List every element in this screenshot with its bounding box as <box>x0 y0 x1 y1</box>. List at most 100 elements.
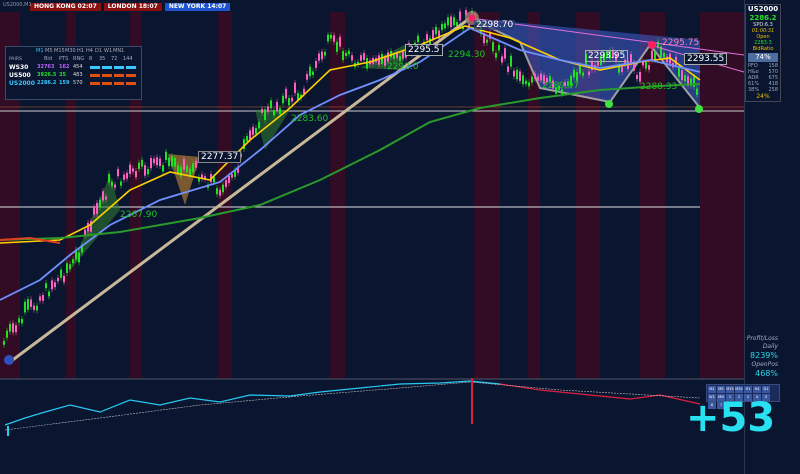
candle-body <box>519 71 521 81</box>
candle-body <box>306 73 308 80</box>
candle-body <box>525 80 527 85</box>
symbol-us500: US500 <box>9 71 31 79</box>
candle-body <box>150 158 152 169</box>
session-clocks: HONG KONG 02:07 LONDON 18:07 NEW YORK 14… <box>30 3 231 11</box>
candle-body <box>528 82 530 87</box>
tag-2298-70: 2298.70 <box>474 20 516 30</box>
tf-button[interactable]: M15 <box>726 386 734 393</box>
candle-body <box>57 277 59 282</box>
candle-body <box>45 283 47 289</box>
tf-mn1[interactable]: MN1 <box>113 48 124 54</box>
candle-body <box>126 172 128 179</box>
candle-body <box>162 165 164 172</box>
tf-button[interactable]: H4 <box>753 386 761 393</box>
tf-d1[interactable]: D1 <box>95 48 104 54</box>
candle-body <box>531 76 533 83</box>
candle-body <box>522 75 524 85</box>
candle-body <box>15 325 17 333</box>
candle-body <box>450 16 452 28</box>
triangle-pattern <box>70 175 120 270</box>
candle-body <box>663 52 665 58</box>
candle-body <box>516 69 518 80</box>
tf-w1[interactable]: W1 <box>104 48 113 54</box>
candle-body <box>507 66 509 72</box>
tag-2292-0: 2292.0 <box>387 62 419 72</box>
candle-body <box>393 55 395 59</box>
trend-bar <box>102 65 112 69</box>
tf-button[interactable]: M30 <box>735 386 743 393</box>
candle-body <box>213 177 215 183</box>
candle-body <box>495 52 497 58</box>
symbol-ws30: WS30 <box>9 63 29 71</box>
candle-body <box>510 55 512 67</box>
candle-body <box>273 110 275 116</box>
candle-body <box>678 67 680 77</box>
candle-body <box>459 11 461 21</box>
trend-bar <box>90 73 100 77</box>
candle-body <box>12 323 14 333</box>
candle-body <box>444 23 446 29</box>
candle-body <box>21 318 23 324</box>
candle-body <box>138 162 140 169</box>
col-rng: RNG <box>73 56 85 62</box>
candle-body <box>573 69 575 78</box>
tag-2295-75: 2295.75 <box>662 38 700 48</box>
pl-value: 8239% <box>750 351 778 360</box>
tf-button[interactable]: M5 <box>717 386 725 393</box>
candle-body <box>342 51 344 61</box>
candle-body <box>117 168 119 177</box>
pivot-marker <box>648 41 656 49</box>
candle-body <box>348 50 350 55</box>
col-bid: Bid <box>44 56 52 62</box>
candle-body <box>171 156 173 167</box>
candle-body <box>402 52 404 59</box>
candle-body <box>141 159 143 167</box>
candle-body <box>195 160 197 168</box>
bid-us2000: 2286.2 <box>37 80 57 86</box>
table-row[interactable]: US500 3926.5 35 483 <box>6 71 141 79</box>
tf-h1[interactable]: H1 <box>77 48 86 54</box>
tf-m30[interactable]: M30 <box>65 48 77 54</box>
candle-body <box>285 88 287 99</box>
tf-button[interactable]: D1 <box>762 386 770 393</box>
bid-us500: 3926.5 <box>37 72 57 78</box>
candle-body <box>282 95 284 104</box>
tag-2293-55: 2293.55 <box>684 53 728 65</box>
tf-button[interactable]: H1 <box>744 386 752 393</box>
candle-body <box>54 282 56 288</box>
candle-body <box>159 158 161 166</box>
candle-body <box>183 158 185 170</box>
pivot-marker <box>4 355 14 365</box>
candle-body <box>135 171 137 178</box>
table-row[interactable]: WS30 32763 162 454 <box>6 63 141 71</box>
symbol-watch-table: M1 M5 M15 M30 H1 H4 D1 W1 MN1 PAIRS Bid … <box>5 46 142 100</box>
pl-open-label: OpenPos <box>751 361 778 368</box>
table-row[interactable]: US2000 2286.2 159 570 <box>6 79 141 87</box>
candle-body <box>330 34 332 39</box>
trend-bar <box>126 73 136 77</box>
candle-body <box>498 44 500 51</box>
info-ratio-label: BidRatio <box>752 46 774 52</box>
candle-body <box>582 72 584 76</box>
candle-body <box>312 71 314 75</box>
candle-body <box>270 100 272 109</box>
tf-button[interactable]: M1 <box>708 386 716 393</box>
tf-m5[interactable]: M5 <box>45 48 54 54</box>
tag-2294-30: 2294.30 <box>448 50 486 60</box>
tf-m1[interactable]: M1 <box>36 48 45 54</box>
candle-body <box>492 42 494 52</box>
col-144: 144 <box>123 56 133 62</box>
candle-body <box>258 122 260 129</box>
candle-body <box>267 106 269 112</box>
bid-ws30: 32763 <box>37 64 55 70</box>
tf-h4[interactable]: H4 <box>86 48 95 54</box>
trend-bar <box>90 65 100 69</box>
trend-bar <box>114 81 124 85</box>
candle-body <box>318 53 320 61</box>
col-pairs: PAIRS <box>9 56 22 62</box>
candle-body <box>681 70 683 81</box>
tf-m15[interactable]: M15 <box>54 48 65 54</box>
trading-terminal: HONG KONG 02:07 LONDON 18:07 NEW YORK 14… <box>0 0 800 474</box>
candle-body <box>219 189 221 196</box>
candle-body <box>447 17 449 26</box>
